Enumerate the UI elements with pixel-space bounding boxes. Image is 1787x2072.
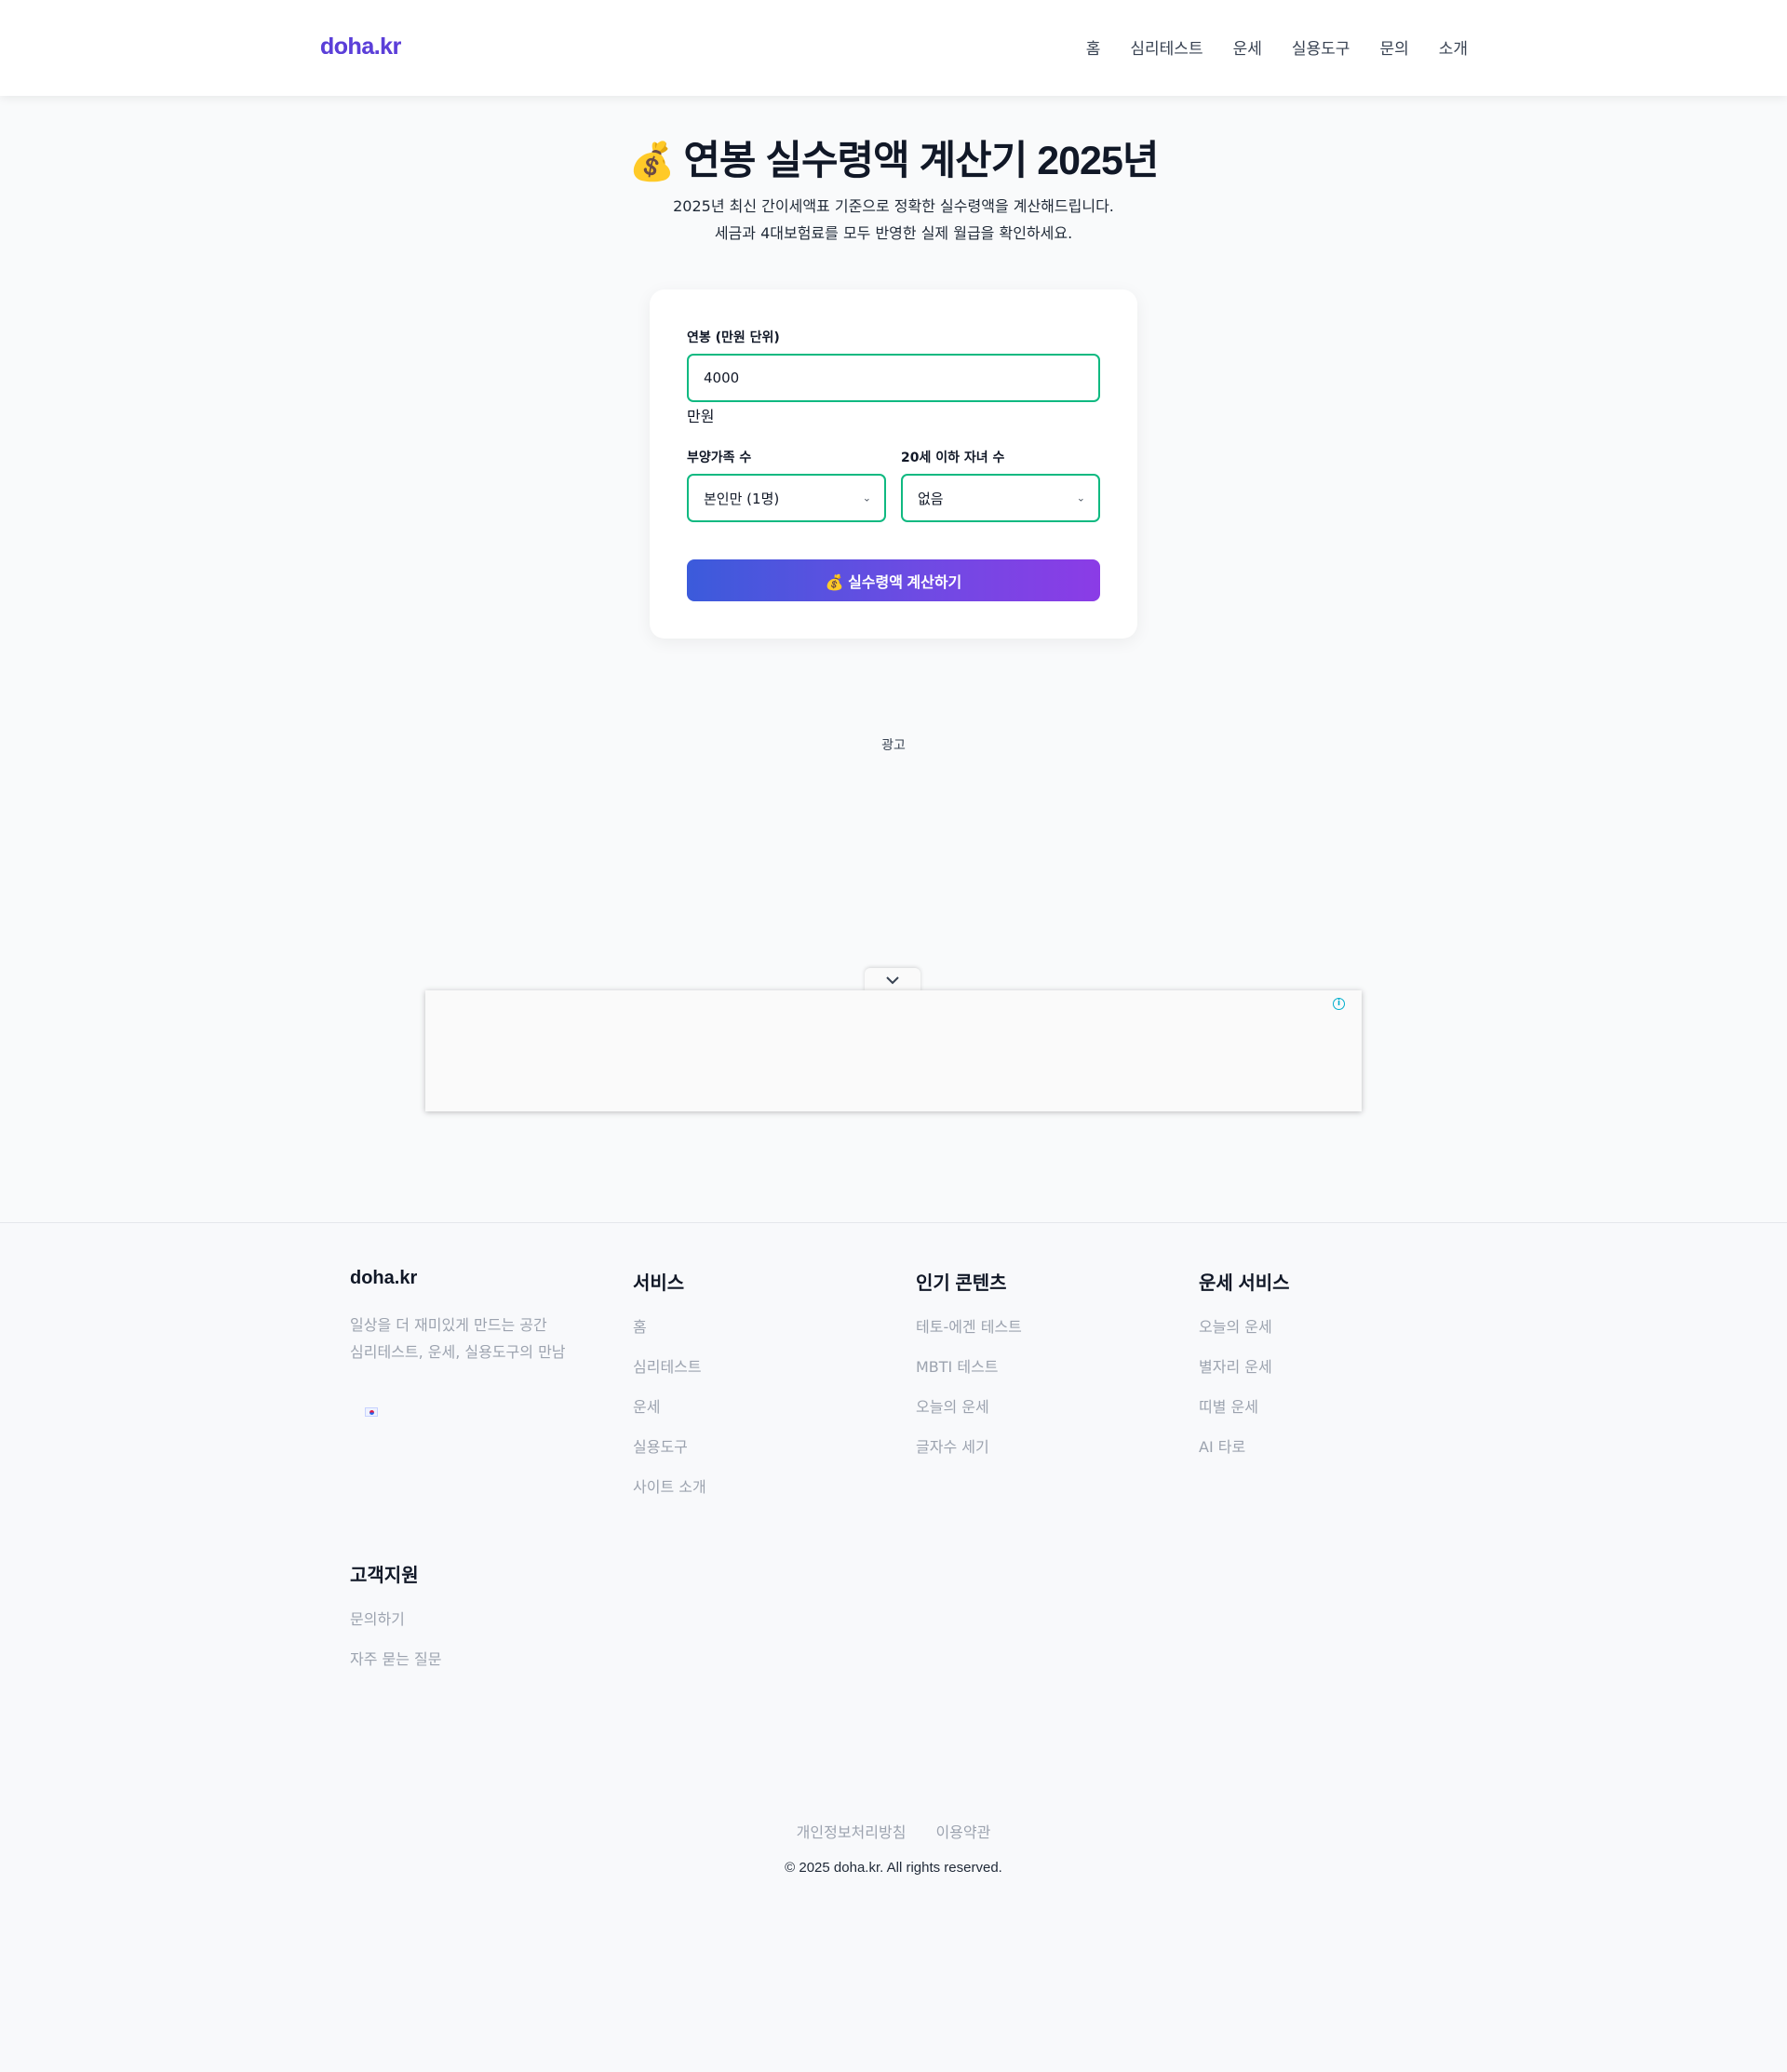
page-title-text: 연봉 실수령액 계산기 2025년 bbox=[683, 139, 1159, 183]
footer-link-daily-fortune[interactable]: 오늘의 운세 bbox=[916, 1397, 1158, 1437]
footer-link-teto-egen[interactable]: 테토-에겐 테스트 bbox=[916, 1317, 1158, 1357]
nav-about[interactable]: 소개 bbox=[1439, 35, 1468, 59]
footer-link-mbti[interactable]: MBTI 테스트 bbox=[916, 1357, 1158, 1397]
main-nav: 홈 심리테스트 운세 실용도구 문의 소개 bbox=[1086, 35, 1468, 59]
footer-link-zodiac[interactable]: 별자리 운세 bbox=[1199, 1357, 1441, 1397]
footer-link-about[interactable]: 사이트 소개 bbox=[633, 1477, 875, 1517]
footer-link-chinese-zodiac[interactable]: 띠별 운세 bbox=[1199, 1397, 1441, 1437]
copyright: © 2025 doha.kr. All rights reserved. bbox=[785, 1860, 1002, 1876]
footer-link-today-fortune[interactable]: 오늘의 운세 bbox=[1199, 1317, 1441, 1357]
children-select-value: 없음 bbox=[918, 490, 944, 507]
chevron-down-icon bbox=[886, 976, 899, 985]
subtitle-line-1: 2025년 최신 간이세액표 기준으로 정확한 실수령액을 계산해드립니다. bbox=[673, 197, 1114, 215]
footer-link-home[interactable]: 홈 bbox=[633, 1317, 875, 1357]
footer-legal-links: 개인정보처리방침 이용약관 bbox=[0, 1820, 1787, 1842]
children-select[interactable]: 없음 ⌄ bbox=[901, 474, 1100, 522]
chevron-down-icon: ⌄ bbox=[1076, 491, 1085, 505]
footer-support-title: 고객지원 bbox=[350, 1566, 419, 1586]
nav-fortune[interactable]: 운세 bbox=[1233, 35, 1262, 59]
footer-popular-column: 인기 콘텐츠 테토-에겐 테스트 MBTI 테스트 오늘의 운세 글자수 세기 bbox=[916, 1268, 1158, 1477]
ad-collapse-button[interactable] bbox=[865, 968, 920, 992]
nav-psych-test[interactable]: 심리테스트 bbox=[1130, 35, 1203, 59]
footer-services-column: 서비스 홈 심리테스트 운세 실용도구 사이트 소개 bbox=[633, 1268, 875, 1517]
privacy-policy-link[interactable]: 개인정보처리방침 bbox=[797, 1820, 907, 1842]
page-title: 💰 연봉 실수령액 계산기 2025년 bbox=[0, 128, 1787, 186]
footer-link-psych-test[interactable]: 심리테스트 bbox=[633, 1357, 875, 1397]
salary-input-value: 4000 bbox=[704, 370, 740, 386]
footer-link-faq[interactable]: 자주 묻는 질문 bbox=[350, 1649, 592, 1689]
info-icon[interactable]: i bbox=[1333, 998, 1345, 1010]
calculate-button[interactable]: 💰 실수령액 계산하기 bbox=[687, 559, 1100, 601]
footer-popular-title: 인기 콘텐츠 bbox=[916, 1273, 1007, 1294]
nav-home[interactable]: 홈 bbox=[1086, 35, 1101, 59]
footer-brand-desc-2: 심리테스트, 운세, 실용도구의 만남 bbox=[350, 1343, 566, 1361]
footer-link-contact[interactable]: 문의하기 bbox=[350, 1609, 592, 1649]
salary-input[interactable]: 4000 bbox=[687, 354, 1100, 402]
footer-brand-title: doha.kr bbox=[350, 1268, 418, 1288]
footer-support-column: 고객지원 문의하기 자주 묻는 질문 bbox=[350, 1560, 592, 1689]
footer-link-ai-tarot[interactable]: AI 타로 bbox=[1199, 1437, 1441, 1477]
ad-banner[interactable]: i bbox=[425, 990, 1362, 1111]
dependents-select-value: 본인만 (1명) bbox=[704, 490, 780, 507]
salary-unit: 만원 bbox=[687, 408, 715, 425]
calculator-card: 연봉 (만원 단위) 4000 만원 부양가족 수 본인만 (1명) ⌄ 20세… bbox=[650, 289, 1137, 639]
footer-link-char-count[interactable]: 글자수 세기 bbox=[916, 1437, 1158, 1477]
footer-services-title: 서비스 bbox=[633, 1273, 685, 1294]
footer-brand-desc-1: 일상을 더 재미있게 만드는 공간 bbox=[350, 1316, 547, 1334]
footer-fortune-column: 운세 서비스 오늘의 운세 별자리 운세 띠별 운세 AI 타로 bbox=[1199, 1268, 1441, 1477]
footer-fortune-title: 운세 서비스 bbox=[1199, 1273, 1290, 1294]
page-subtitle: 2025년 최신 간이세액표 기준으로 정확한 실수령액을 계산해드립니다. 세… bbox=[0, 193, 1787, 247]
nav-contact[interactable]: 문의 bbox=[1379, 35, 1408, 59]
dependents-select[interactable]: 본인만 (1명) ⌄ bbox=[687, 474, 886, 522]
nav-tools[interactable]: 실용도구 bbox=[1292, 35, 1350, 59]
subtitle-line-2: 세금과 4대보험료를 모두 반영한 실제 월급을 확인하세요. bbox=[714, 224, 1073, 242]
site-header: doha.kr 홈 심리테스트 운세 실용도구 문의 소개 bbox=[0, 0, 1787, 96]
footer-link-fortune[interactable]: 운세 bbox=[633, 1397, 875, 1437]
ad-label: 광고 bbox=[881, 738, 906, 753]
site-logo[interactable]: doha.kr bbox=[320, 34, 401, 61]
dependents-label: 부양가족 수 bbox=[687, 451, 752, 465]
money-bag-icon: 💰 bbox=[628, 141, 676, 182]
footer-link-tools[interactable]: 실용도구 bbox=[633, 1437, 875, 1477]
korea-flag-icon bbox=[365, 1407, 378, 1417]
chevron-down-icon: ⌄ bbox=[862, 491, 871, 505]
site-footer bbox=[0, 1222, 1787, 2072]
terms-link[interactable]: 이용약관 bbox=[935, 1820, 990, 1842]
children-label: 20세 이하 자녀 수 bbox=[901, 451, 1005, 465]
footer-brand-column: doha.kr 일상을 더 재미있게 만드는 공간 심리테스트, 운세, 실용도… bbox=[350, 1268, 592, 1366]
salary-label: 연봉 (만원 단위) bbox=[687, 330, 780, 345]
